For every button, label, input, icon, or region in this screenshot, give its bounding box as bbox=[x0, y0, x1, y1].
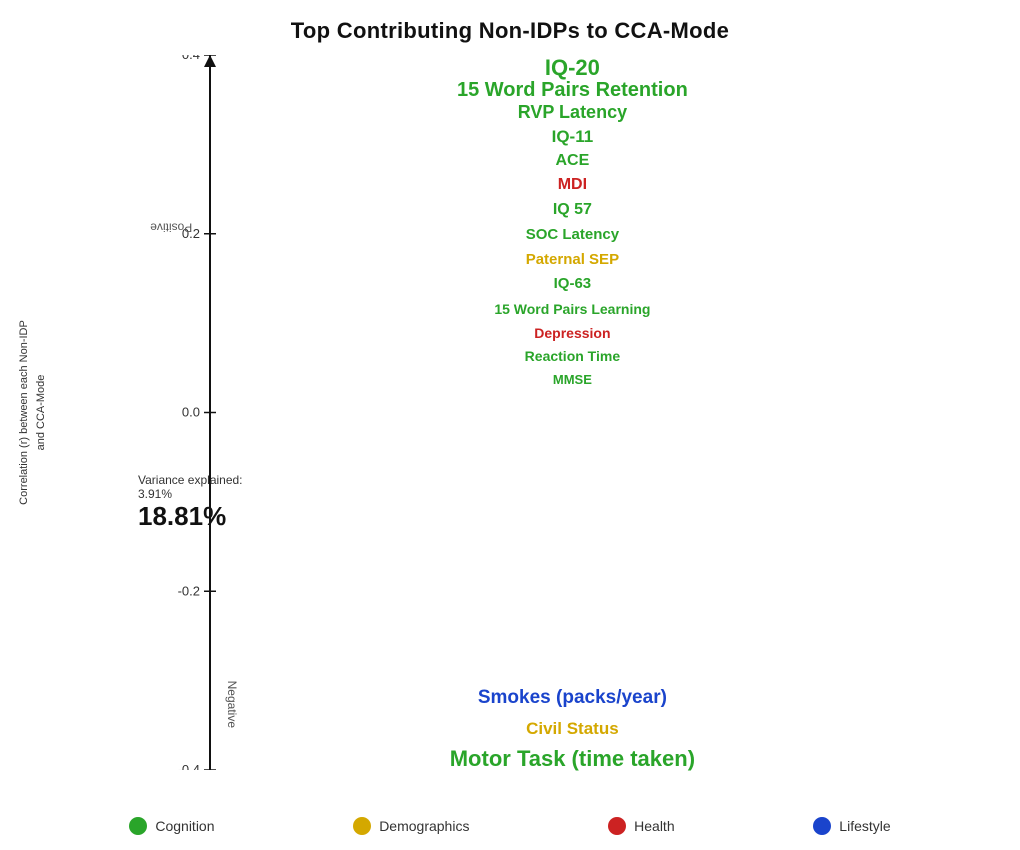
legend-item: Lifestyle bbox=[813, 817, 890, 835]
data-item-label: 15 Word Pairs Retention bbox=[457, 79, 688, 102]
data-item-label: RVP Latency bbox=[518, 102, 627, 123]
chart-title: Top Contributing Non-IDPs to CCA-Mode bbox=[0, 0, 1020, 44]
data-item-label: Depression bbox=[534, 325, 610, 341]
legend: Cognition Demographics Health Lifestyle bbox=[0, 817, 1020, 835]
svg-text:-0.4: -0.4 bbox=[178, 762, 200, 770]
data-item-label: MMSE bbox=[553, 372, 592, 387]
legend-item: Demographics bbox=[353, 817, 469, 835]
data-item-label: MDI bbox=[558, 176, 587, 194]
chart-area: 0.40.20.0-0.2-0.4PositiveNegative IQ-201… bbox=[120, 55, 990, 770]
chart-container: Top Contributing Non-IDPs to CCA-Mode Co… bbox=[0, 0, 1020, 850]
legend-dot bbox=[608, 817, 626, 835]
data-item-label: Reaction Time bbox=[525, 348, 620, 364]
legend-label: Lifestyle bbox=[839, 818, 890, 834]
legend-dot bbox=[813, 817, 831, 835]
svg-text:0.0: 0.0 bbox=[182, 405, 200, 420]
variance-label: Variance explained: bbox=[138, 473, 243, 487]
data-item-label: IQ-11 bbox=[552, 127, 594, 147]
variance-pct1: 3.91% bbox=[138, 487, 243, 501]
data-item-label: Paternal SEP bbox=[526, 251, 619, 268]
legend-item: Cognition bbox=[129, 817, 214, 835]
data-item-label: 15 Word Pairs Learning bbox=[494, 301, 650, 317]
data-item-label: ACE bbox=[556, 152, 590, 170]
legend-item: Health bbox=[608, 817, 674, 835]
svg-text:0.4: 0.4 bbox=[182, 55, 200, 62]
data-item-label: IQ 57 bbox=[553, 201, 592, 219]
variance-box: Variance explained: 3.91% 18.81% bbox=[138, 473, 243, 532]
legend-label: Demographics bbox=[379, 818, 469, 834]
data-item-label: SOC Latency bbox=[526, 226, 619, 243]
legend-label: Cognition bbox=[155, 818, 214, 834]
svg-text:Positive: Positive bbox=[150, 221, 192, 235]
svg-text:Negative: Negative bbox=[225, 681, 239, 729]
legend-label: Health bbox=[634, 818, 674, 834]
legend-dot bbox=[353, 817, 371, 835]
variance-pct2: 18.81% bbox=[138, 501, 243, 532]
data-item-label: IQ-63 bbox=[554, 275, 592, 292]
svg-text:-0.2: -0.2 bbox=[178, 583, 200, 598]
legend-dot bbox=[129, 817, 147, 835]
data-item-label: Motor Task (time taken) bbox=[450, 746, 695, 772]
data-item-label: Smokes (packs/year) bbox=[478, 687, 667, 709]
data-item-label: Civil Status bbox=[526, 719, 619, 739]
y-axis-label: Correlation (r) between each Non-IDPand … bbox=[16, 320, 49, 505]
data-item-label: IQ-20 bbox=[545, 55, 600, 81]
